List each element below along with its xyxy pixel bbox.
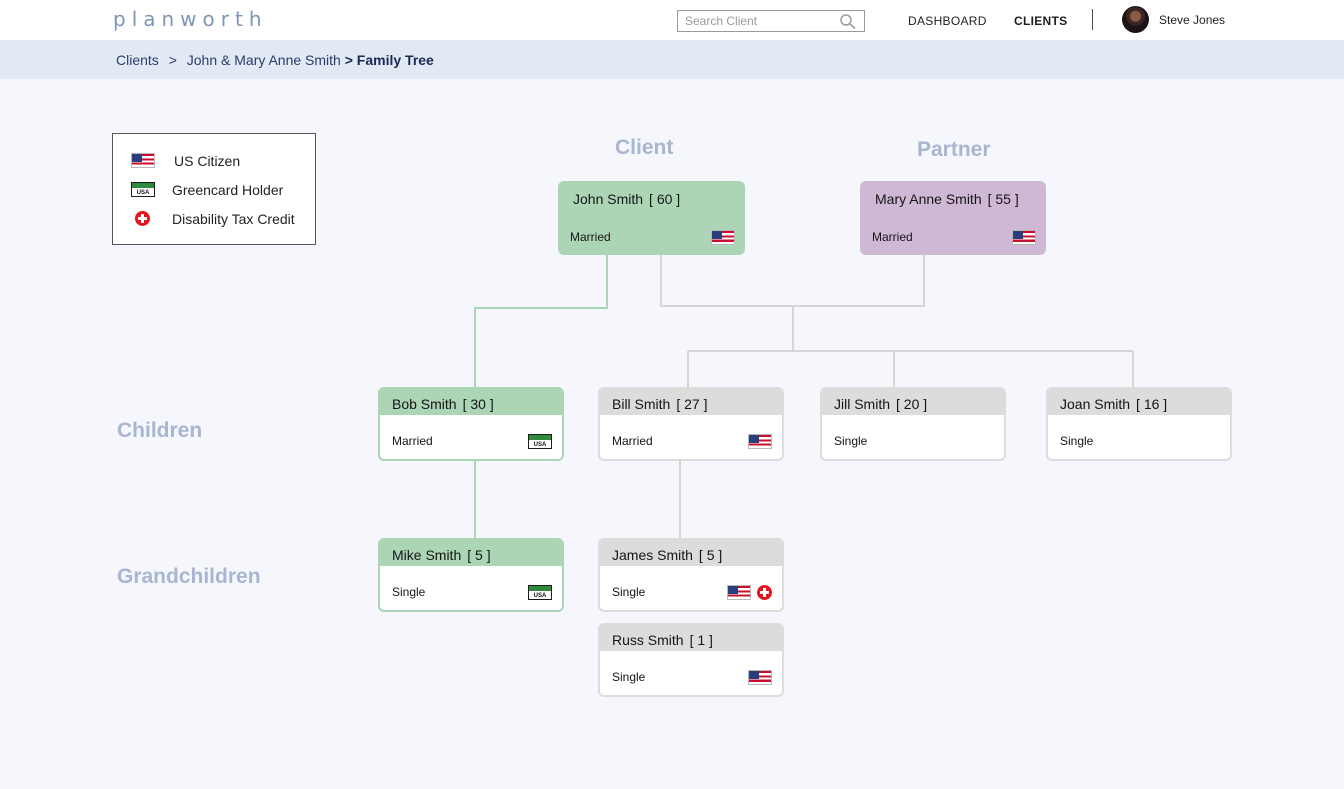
- marital-status: Married: [612, 434, 653, 448]
- connector-john-bob: [474, 255, 608, 388]
- icon-group: [748, 670, 772, 685]
- marital-status: Single: [392, 585, 426, 599]
- name-text: Jill Smith: [834, 396, 891, 412]
- name-text: Mike Smith: [392, 547, 462, 563]
- person-name: Joan Smith [ 16 ]: [1060, 396, 1167, 412]
- age-text: [ 20 ]: [896, 396, 928, 412]
- age-text: [ 16 ]: [1136, 396, 1168, 412]
- marital-status: Married: [570, 230, 611, 244]
- name-text: Bob Smith: [392, 396, 457, 412]
- age-text: [ 55 ]: [987, 191, 1019, 207]
- marital-status: Single: [612, 585, 646, 599]
- age-text: [ 1 ]: [689, 632, 713, 648]
- age-text: [ 5 ]: [698, 547, 723, 563]
- person-name: Mike Smith [ 5 ]: [392, 547, 491, 563]
- name-text: Mary Anne Smith: [875, 191, 982, 207]
- name-text: John Smith: [573, 191, 644, 207]
- person-name: James Smith [ 5 ]: [612, 547, 722, 563]
- us-flag-icon: [727, 585, 751, 600]
- person-card-mike[interactable]: Mike Smith [ 5 ] Single USA: [378, 538, 564, 612]
- person-card-bill[interactable]: Bill Smith [ 27 ] Married: [598, 387, 784, 461]
- icon-group: USA: [528, 585, 552, 600]
- person-name: John Smith [ 60 ]: [573, 191, 680, 207]
- greencard-icon: USA: [528, 434, 552, 449]
- person-name: Russ Smith [ 1 ]: [612, 632, 713, 648]
- us-flag-icon: [711, 230, 735, 245]
- name-text: Bill Smith: [612, 396, 671, 412]
- icon-group: [727, 585, 772, 600]
- person-card-john[interactable]: John Smith [ 60 ] Married: [558, 181, 745, 255]
- person-card-mary[interactable]: Mary Anne Smith [ 55 ] Married: [860, 181, 1046, 255]
- greencard-text: USA: [533, 442, 547, 448]
- person-card-jill[interactable]: Jill Smith [ 20 ] Single: [820, 387, 1006, 461]
- name-text: Russ Smith: [612, 632, 684, 648]
- person-card-bob[interactable]: Bob Smith [ 30 ] Married USA: [378, 387, 564, 461]
- name-text: James Smith: [612, 547, 693, 563]
- person-name: Bob Smith [ 30 ]: [392, 396, 494, 412]
- person-card-joan[interactable]: Joan Smith [ 16 ] Single: [1046, 387, 1232, 461]
- age-text: [ 60 ]: [649, 191, 681, 207]
- person-card-james[interactable]: James Smith [ 5 ] Single: [598, 538, 784, 612]
- icon-group: USA: [528, 434, 552, 449]
- marital-status: Single: [1060, 434, 1094, 448]
- age-text: [ 5 ]: [467, 547, 491, 563]
- person-name: Mary Anne Smith [ 55 ]: [875, 191, 1019, 207]
- us-flag-icon: [748, 434, 772, 449]
- person-card-russ[interactable]: Russ Smith [ 1 ] Single: [598, 623, 784, 697]
- marital-status: Married: [392, 434, 433, 448]
- icon-group: [711, 230, 735, 245]
- connector-couple: [660, 255, 925, 307]
- us-flag-icon: [748, 670, 772, 685]
- age-text: [ 30 ]: [462, 396, 494, 412]
- age-text: [ 27 ]: [676, 396, 708, 412]
- greencard-icon: USA: [528, 585, 552, 600]
- marital-status: Single: [612, 670, 646, 684]
- icon-group: [748, 434, 772, 449]
- disability-icon: [757, 585, 772, 600]
- marital-status: Married: [872, 230, 913, 244]
- marital-status: Single: [834, 434, 868, 448]
- person-name: Bill Smith [ 27 ]: [612, 396, 708, 412]
- greencard-text: USA: [533, 593, 547, 599]
- icon-group: [1012, 230, 1036, 245]
- us-flag-icon: [1012, 230, 1036, 245]
- person-name: Jill Smith [ 20 ]: [834, 396, 927, 412]
- name-text: Joan Smith: [1060, 396, 1131, 412]
